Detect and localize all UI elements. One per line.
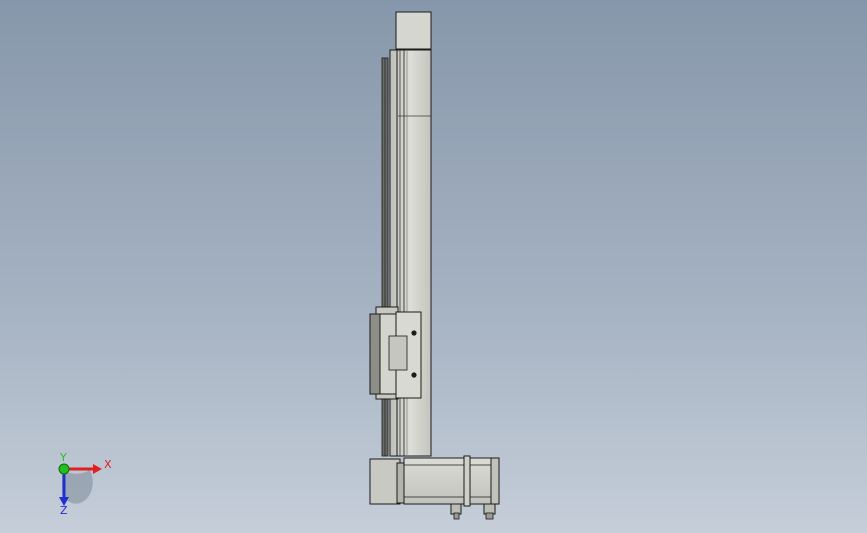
z-axis-label: Z (60, 504, 68, 517)
y-axis-label: Y (59, 451, 67, 464)
graphics-viewport[interactable]: X Y Z (0, 0, 867, 533)
y-axis-dot (58, 463, 70, 475)
x-axis-arrow (64, 464, 102, 474)
orientation-triad: X Y Z (58, 451, 112, 517)
x-axis-label: X (104, 458, 112, 471)
